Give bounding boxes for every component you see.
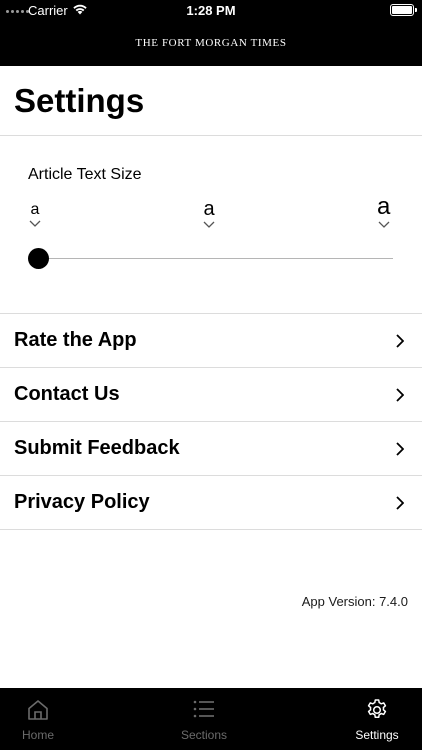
menu-item-submit-feedback[interactable]: Submit Feedback bbox=[0, 422, 422, 476]
text-size-slider-thumb[interactable] bbox=[28, 248, 49, 269]
app-version: App Version: 7.4.0 bbox=[301, 594, 408, 609]
masthead-logo: THE FORT MORGAN TIMES bbox=[135, 37, 287, 49]
list-icon bbox=[193, 700, 214, 718]
menu-item-label: Rate the App bbox=[14, 329, 137, 351]
status-time: 1:28 PM bbox=[186, 3, 236, 18]
chevron-down-icon bbox=[203, 221, 215, 228]
text-size-letter: a bbox=[377, 193, 391, 220]
tab-sections[interactable]: Sections bbox=[154, 688, 254, 750]
chevron-right-icon bbox=[396, 496, 404, 510]
tab-label: Settings bbox=[355, 728, 399, 742]
tab-bar: Home Sections Settings bbox=[0, 688, 422, 750]
text-size-slider-track[interactable] bbox=[38, 258, 393, 259]
text-size-letter: a bbox=[30, 201, 40, 218]
chevron-down-icon bbox=[378, 221, 390, 228]
divider bbox=[0, 529, 422, 530]
tab-settings[interactable]: Settings bbox=[327, 688, 422, 750]
text-size-label: Article Text Size bbox=[28, 166, 142, 183]
chevron-right-icon bbox=[396, 334, 404, 348]
tab-home[interactable]: Home bbox=[0, 688, 88, 750]
text-size-option-small[interactable]: a bbox=[29, 202, 41, 227]
divider bbox=[0, 135, 422, 136]
menu-item-label: Contact Us bbox=[14, 383, 120, 405]
chevron-down-icon bbox=[29, 220, 41, 227]
menu-item-contact-us[interactable]: Contact Us bbox=[0, 368, 422, 422]
battery-icon bbox=[390, 4, 417, 16]
page-title: Settings bbox=[14, 82, 145, 119]
menu-item-rate-app[interactable]: Rate the App bbox=[0, 314, 422, 368]
chevron-right-icon bbox=[396, 442, 404, 456]
chevron-right-icon bbox=[396, 388, 404, 402]
text-size-option-medium[interactable]: a bbox=[203, 199, 215, 228]
tab-label: Home bbox=[21, 728, 54, 742]
menu-item-label: Privacy Policy bbox=[14, 491, 150, 513]
home-icon bbox=[28, 700, 48, 720]
top-bar: Carrier 1:28 PM THE FORT MORGAN TIMES bbox=[0, 0, 422, 66]
text-size-option-large[interactable]: a bbox=[377, 195, 390, 228]
text-size-letter: a bbox=[203, 198, 215, 220]
menu-item-privacy-policy[interactable]: Privacy Policy bbox=[0, 476, 422, 530]
status-bar: Carrier 1:28 PM bbox=[0, 0, 422, 22]
menu-item-label: Submit Feedback bbox=[14, 437, 180, 459]
tab-label: Sections bbox=[180, 728, 228, 742]
gear-icon bbox=[367, 699, 387, 719]
